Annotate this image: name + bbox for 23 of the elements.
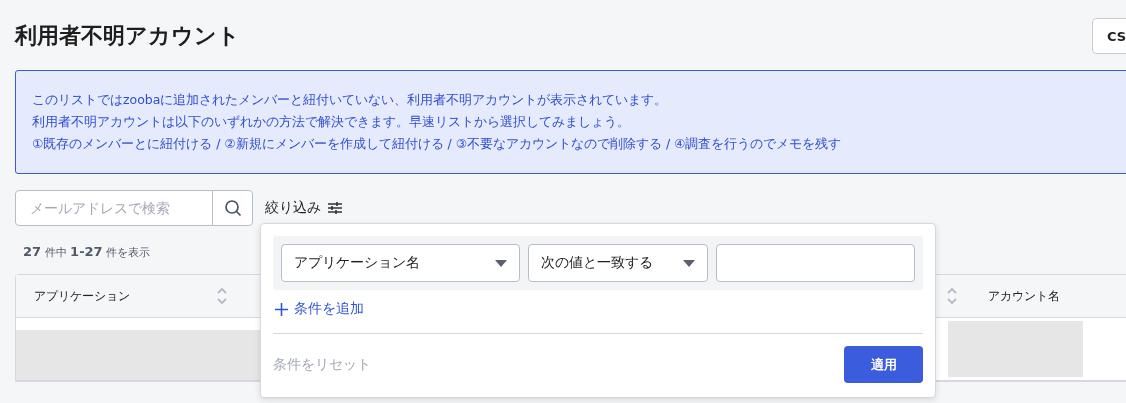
column-header[interactable]: アプリケーション [34,287,214,305]
value-field[interactable] [716,244,915,282]
sort-icon[interactable] [216,286,228,306]
info-text: このリストではzoobaに追加されたメンバーと紐付いていない、利用者不明アカウントが表示されています。 [32,91,669,109]
operator-select[interactable]: 次の値と一致する [527,244,709,282]
result-count: 27 件中 1-27 件を表示 [23,244,152,260]
search-icon [223,199,242,217]
info-text: 利用者不明アカウントは以下のいずれかの方法で解決できます。早速リストから選択してみましょう。 [32,113,631,131]
search-input[interactable]: メールアドレスで検索 [16,191,212,225]
page-title: 利用者不明アカウント [15,22,240,50]
search-field[interactable]: メールアドレスで検索 [15,190,253,226]
caret-icon [494,259,507,267]
csv-button[interactable]: CS [1092,18,1126,54]
plus-icon [275,302,288,316]
sliders-icon [327,201,343,215]
column-header[interactable]: アカウント名 [988,287,1060,305]
sort-icon[interactable] [946,286,958,306]
add-condition-link[interactable]: 条件を追加 [275,300,364,318]
apply-button[interactable]: 適用 [844,346,923,383]
field-select[interactable]: アプリケーション名 [281,244,520,282]
filter-button[interactable]: 絞り込み [265,199,343,217]
info-text: ①既存のメンバーとに紐付ける / ②新規にメンバーを作成して紐付ける / ③不要なアカウントなので削除する / ④調査を行うのでメモを残す [32,135,843,153]
caret-icon [683,259,696,267]
